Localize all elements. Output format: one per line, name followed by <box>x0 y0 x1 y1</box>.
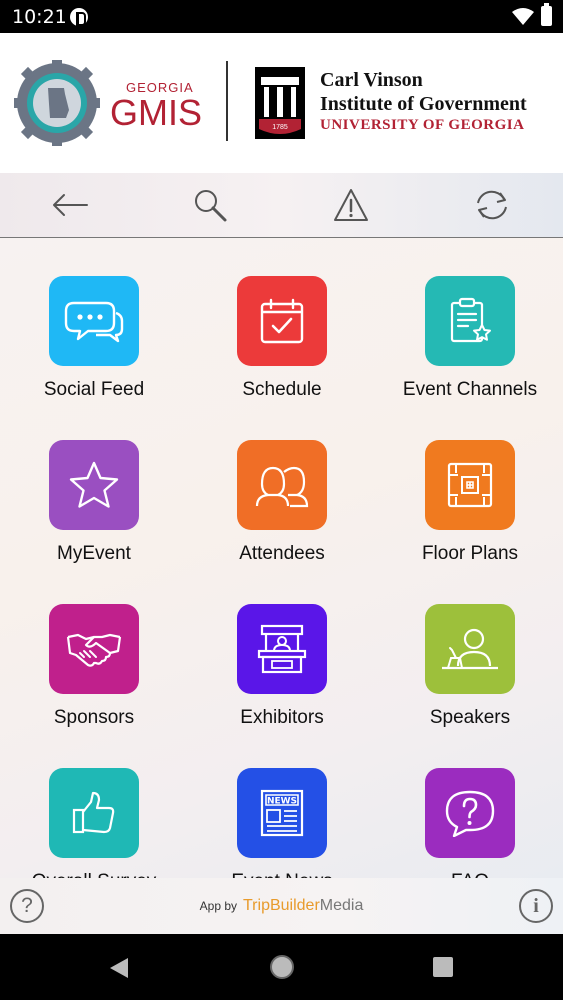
nav-recents-icon[interactable] <box>433 957 453 977</box>
seal-year: 1785 <box>272 124 288 131</box>
tile-speakers[interactable]: Speakers <box>376 566 563 730</box>
app-notification-icon <box>70 8 88 26</box>
thumbs-up-icon <box>72 791 115 834</box>
tile-icon-bg <box>425 604 515 694</box>
feature-grid: Social Feed Schedule Event Channels MyEv… <box>0 238 563 934</box>
tile-label: Schedule <box>242 379 322 400</box>
org-name-line1: Carl Vinson <box>320 69 423 91</box>
footer: ? App by TripBuilderMedia i <box>0 878 563 934</box>
sync-icon <box>477 190 507 220</box>
toolbar <box>0 173 563 238</box>
tile-schedule[interactable]: Schedule <box>188 238 376 402</box>
tile-icon-bg <box>237 440 327 530</box>
info-icon: i <box>533 895 539 917</box>
tile-label: Speakers <box>429 707 511 728</box>
tile-icon-bg <box>237 604 327 694</box>
clipboard-star-icon <box>450 297 491 343</box>
tile-icon-bg <box>49 440 139 530</box>
tile-attendees[interactable]: Attendees <box>188 402 376 566</box>
event-banner: GEORGIA GMIS 1785 Carl Vinson Institute … <box>0 33 563 173</box>
tile-label: Exhibitors <box>240 707 324 728</box>
status-time: 10:21 <box>12 6 67 28</box>
powered-by[interactable]: App by TripBuilderMedia <box>0 897 563 915</box>
tile-label: MyEvent <box>57 543 131 564</box>
people-icon <box>255 466 309 508</box>
tile-icon-bg <box>425 276 515 366</box>
alerts-button[interactable] <box>329 185 373 225</box>
sync-button[interactable] <box>470 185 514 225</box>
tile-icon-bg <box>49 768 139 858</box>
university-name: UNIVERSITY OF GEORGIA <box>320 117 525 133</box>
warning-icon <box>334 189 368 221</box>
tile-label: Event Channels <box>402 379 538 400</box>
system-nav-bar <box>0 934 563 1000</box>
newspaper-icon: NEWS <box>260 789 304 837</box>
battery-icon <box>541 3 552 26</box>
status-bar: 10:21 <box>0 0 563 33</box>
tile-label: Sponsors <box>53 707 135 728</box>
wifi-icon <box>512 8 534 25</box>
tile-label: Floor Plans <box>421 543 519 564</box>
tile-icon-bg <box>49 276 139 366</box>
tile-icon-bg <box>49 604 139 694</box>
tile-event-news[interactable]: NEWS Event News <box>188 730 376 894</box>
tile-icon-bg: NEWS <box>237 768 327 858</box>
org-name-line2: Institute of Government <box>320 93 527 115</box>
brand-name-part1: TripBuilder <box>243 897 320 914</box>
booth-icon <box>257 624 307 674</box>
nav-back-icon[interactable] <box>108 956 130 980</box>
tile-exhibitors[interactable]: Exhibitors <box>188 566 376 730</box>
app-by-label: App by <box>199 899 237 913</box>
gmis-gear-emblem-icon <box>14 60 100 146</box>
brand-name-part2: Media <box>319 897 364 914</box>
handshake-icon <box>66 633 122 667</box>
back-button[interactable] <box>48 185 92 225</box>
info-button[interactable]: i <box>519 889 553 923</box>
calendar-check-icon <box>260 298 304 344</box>
chat-bubbles-icon <box>64 301 124 343</box>
tile-icon-bg <box>425 440 515 530</box>
arrow-left-icon <box>53 194 88 216</box>
tile-label: Social Feed <box>43 379 145 400</box>
gmis-label: GMIS <box>110 92 203 133</box>
tile-label: Attendees <box>239 543 325 564</box>
nav-home-icon[interactable] <box>270 955 294 979</box>
tile-overall-survey[interactable]: Overall Survey <box>0 730 188 894</box>
tile-event-channels[interactable]: Event Channels <box>376 238 563 402</box>
star-icon <box>69 461 119 508</box>
search-icon <box>195 190 227 222</box>
tile-icon-bg <box>237 276 327 366</box>
floor-plan-icon <box>447 462 493 508</box>
tile-myevent[interactable]: MyEvent <box>0 402 188 566</box>
search-button[interactable] <box>188 185 232 225</box>
gmis-logo: GEORGIA GMIS <box>14 60 214 146</box>
tile-floor-plans[interactable]: Floor Plans <box>376 402 563 566</box>
tile-icon-bg <box>425 768 515 858</box>
question-bubble-icon <box>445 790 495 837</box>
tile-faq[interactable]: FAQ <box>376 730 563 894</box>
banner-divider <box>226 61 228 141</box>
svg-text:NEWS: NEWS <box>267 797 297 807</box>
uga-arch-logo-icon: 1785 <box>255 67 305 139</box>
speaker-podium-icon <box>442 628 498 670</box>
tile-social-feed[interactable]: Social Feed <box>0 238 188 402</box>
tile-sponsors[interactable]: Sponsors <box>0 566 188 730</box>
